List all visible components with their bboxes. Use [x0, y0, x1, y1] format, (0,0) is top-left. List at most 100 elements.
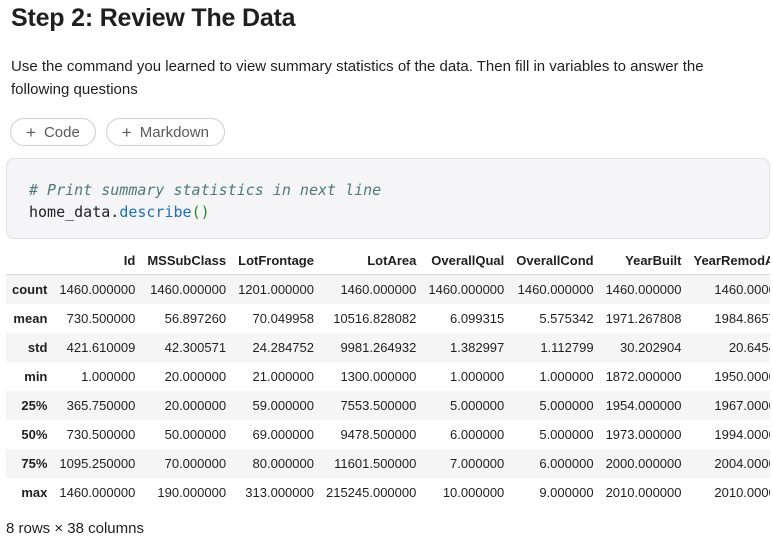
- table-cell: 365.750000: [66, 398, 136, 413]
- plus-icon: +: [26, 122, 36, 142]
- table-cell: 1973.000000: [605, 427, 682, 442]
- table-cell: 9478.500000: [340, 427, 417, 442]
- code-dot: .: [110, 203, 120, 221]
- cell-heading: Step 2: Review The Data: [11, 4, 296, 32]
- cell-description: Use the command you learned to view summ…: [11, 58, 704, 98]
- column-header: LotArea: [319, 247, 423, 275]
- table-cell: 313.000000: [245, 485, 314, 500]
- row-label: mean: [13, 311, 48, 326]
- column-header: OverallQual: [422, 247, 511, 275]
- table-cell: 421.610009: [66, 340, 136, 355]
- table-cell: 6.099315: [450, 311, 505, 326]
- table-cell: 50.000000: [164, 427, 227, 442]
- table-body: count 1460.000000 1460.000000 1201.000000 14…: [6, 274, 770, 508]
- table-cell: 1994.000000: [714, 427, 770, 442]
- code-comment-line: # Print summary statistics in next line: [29, 179, 769, 201]
- table-cell: 6.000000: [450, 427, 505, 442]
- table-cell: 1095.250000: [59, 456, 136, 471]
- table-cell: 1.000000: [81, 369, 136, 384]
- table-cell: 1460.000000: [150, 282, 227, 297]
- table-cell: 70.000000: [164, 456, 227, 471]
- table-cell: 1.112799: [540, 340, 594, 355]
- table-cell: 5.575342: [539, 311, 594, 326]
- code-comment: # Print summary statistics in next line: [29, 181, 382, 199]
- table-cell: 70.049958: [252, 311, 314, 326]
- table-cell: 10516.828082: [333, 311, 417, 326]
- table-cell: 730.500000: [66, 311, 136, 326]
- table-cell: 1971.267808: [605, 311, 682, 326]
- table-header-row: Id MSSubClass LotFrontage LotArea OverallQua…: [6, 247, 770, 275]
- table-cell: 5.000000: [450, 398, 505, 413]
- table-row: 50% 730.500000 50.000000 69.000000 9478.5000…: [6, 420, 770, 449]
- table-cell: 21.000000: [252, 369, 314, 384]
- table-row: mean 730.500000 56.897260 70.049958 10516.82…: [6, 304, 770, 333]
- table-cell: 69.000000: [252, 427, 314, 442]
- add-markdown-label: Markdown: [139, 123, 209, 141]
- table-cell: 24.284752: [252, 340, 314, 355]
- table-cell: 1460.000000: [59, 485, 136, 500]
- table-cell: 9.000000: [539, 485, 594, 500]
- add-cell-toolbar: + Code + Markdown: [10, 118, 225, 146]
- table-cell: 1300.000000: [340, 369, 417, 384]
- table-cell: 730.500000: [66, 427, 136, 442]
- table-cell: 7553.500000: [340, 398, 417, 413]
- table-row: max 1460.000000 190.000000 313.000000 215245…: [6, 478, 770, 507]
- row-label: 50%: [21, 427, 48, 442]
- index-header: [6, 247, 54, 275]
- table-cell: 1984.865753: [714, 311, 770, 326]
- table-cell: 56.897260: [164, 311, 227, 326]
- table-cell: 10.000000: [442, 485, 505, 500]
- table-cell: 190.000000: [157, 485, 227, 500]
- table-row: 75% 1095.250000 70.000000 80.000000 11601.50…: [6, 449, 770, 478]
- add-markdown-button[interactable]: + Markdown: [105, 118, 225, 146]
- table-cell: 5.000000: [539, 398, 594, 413]
- table-cell: 1460.000000: [340, 282, 417, 297]
- column-header: MSSubClass: [141, 247, 233, 275]
- column-header: LotFrontage: [232, 247, 320, 275]
- row-label: max: [21, 485, 48, 500]
- table-shape-footer: 8 rows × 38 columns: [6, 520, 144, 537]
- table-cell: 215245.000000: [325, 485, 417, 500]
- table-cell: 1201.000000: [238, 282, 314, 297]
- add-code-label: Code: [43, 123, 80, 141]
- table-row: 25% 365.750000 20.000000 59.000000 7553.5000…: [6, 391, 770, 420]
- table-cell: 1460.000000: [517, 282, 594, 297]
- table-cell: 59.000000: [252, 398, 314, 413]
- table-cell: 1.000000: [450, 369, 505, 384]
- describe-table: Id MSSubClass LotFrontage LotArea OverallQua…: [6, 247, 770, 507]
- column-header: YearRemodAdd: [687, 247, 770, 275]
- code-object: home_data: [29, 203, 111, 221]
- table-row: count 1460.000000 1460.000000 1201.000000 14…: [6, 274, 770, 304]
- table-cell: 2010.000000: [714, 485, 770, 500]
- table-row: std 421.610009 42.300571 24.284752 9981.2649…: [6, 333, 770, 362]
- code-cell-editor[interactable]: # Print summary statistics in next line …: [6, 158, 770, 239]
- table-cell: 20.645407: [728, 340, 770, 355]
- table-cell: 1950.000000: [714, 369, 770, 384]
- code-statement-line: home_data.describe(): [29, 201, 769, 223]
- table-cell: 1.382997: [450, 340, 505, 355]
- code-parens: (): [191, 203, 210, 221]
- table-cell: 1954.000000: [605, 398, 682, 413]
- table-cell: 20.000000: [164, 369, 227, 384]
- table-cell: 1460.000000: [59, 282, 136, 297]
- table-cell: 30.202904: [620, 340, 682, 355]
- row-label: min: [24, 369, 48, 384]
- row-label: count: [12, 282, 48, 297]
- table-cell: 20.000000: [164, 398, 227, 413]
- add-code-button[interactable]: + Code: [10, 118, 96, 146]
- table-cell: 42.300571: [164, 340, 227, 355]
- table-cell: 2010.000000: [605, 485, 682, 500]
- table-cell: 7.000000: [450, 456, 505, 471]
- table-cell: 2004.000000: [714, 456, 770, 471]
- table-cell: 1.000000: [539, 369, 594, 384]
- table-cell: 5.000000: [539, 427, 594, 442]
- row-label: 25%: [21, 398, 48, 413]
- column-header: OverallCond: [510, 247, 600, 275]
- row-label: 75%: [21, 456, 48, 471]
- table-cell: 80.000000: [252, 456, 314, 471]
- table-row: min 1.000000 20.000000 21.000000 1300.000000…: [6, 362, 770, 391]
- table-cell: 9981.264932: [340, 340, 417, 355]
- table-cell: 11601.500000: [334, 456, 417, 471]
- table-cell: 1460.000000: [714, 282, 770, 297]
- table-cell: 6.000000: [539, 456, 594, 471]
